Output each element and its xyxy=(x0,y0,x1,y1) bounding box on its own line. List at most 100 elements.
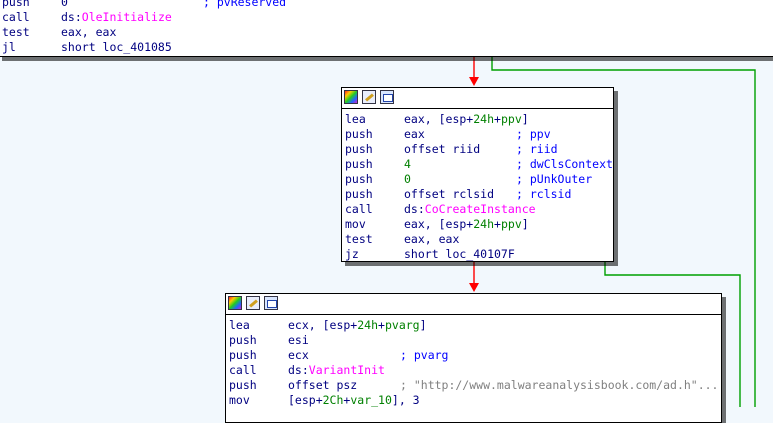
asm-operand: [esp+2Ch+var_10], 3 xyxy=(288,393,420,408)
asm-line[interactable]: push 4 ; dwClsContext xyxy=(345,157,616,172)
rename-icon[interactable] xyxy=(362,90,376,104)
asm-line[interactable]: mov eax, [esp+24h+ppv] xyxy=(345,217,616,232)
asm-operand: offset riid xyxy=(404,142,480,157)
block-toolbar xyxy=(342,88,613,109)
asm-mnemonic: test xyxy=(2,25,30,39)
asm-line[interactable]: test eax, eax xyxy=(345,232,616,247)
asm-comment: ; riid xyxy=(516,142,558,156)
asm-mnemonic: push xyxy=(229,378,257,392)
asm-operand: ecx, [esp+24h+pvarg] xyxy=(288,318,427,333)
operand-token: ppv xyxy=(500,217,522,231)
asm-mnemonic: push xyxy=(345,127,373,141)
operand-token: ds: xyxy=(61,10,82,24)
asm-line[interactable]: call ds:CoCreateInstance xyxy=(345,202,616,217)
asm-comment: ; pvarg xyxy=(400,348,449,362)
operand-token: esi xyxy=(288,333,309,347)
asm-comment: ; "http://www.malwareanalysisbook.com/ad… xyxy=(400,378,719,392)
asm-comment: ; dwClsContext xyxy=(516,157,613,171)
operand-token: 0 xyxy=(404,172,411,186)
asm-mnemonic: push xyxy=(2,0,30,9)
asm-line[interactable]: push offset riid ; riid xyxy=(345,142,616,157)
operand-token: ] xyxy=(521,217,529,231)
code-block-mid[interactable]: lea eax, [esp+24h+ppv] push eax; ppv push off… xyxy=(341,87,614,262)
asm-operand: eax, eax xyxy=(404,232,459,247)
asm-line[interactable]: call ds:VariantInit xyxy=(229,363,724,378)
asm-line[interactable]: push offset rclsid ; rclsid xyxy=(345,187,616,202)
asm-line[interactable]: push esi xyxy=(229,333,724,348)
code-lines: lea eax, [esp+24h+ppv] push eax; ppv push off… xyxy=(342,109,613,262)
asm-mnemonic: push xyxy=(229,348,257,362)
code-block-top[interactable]: push 0 ; pvReserved call ds:OleInitialize tes… xyxy=(0,0,773,57)
graph-overview-icon[interactable] xyxy=(264,296,278,310)
arrow-head xyxy=(469,77,479,86)
asm-line[interactable]: lea eax, [esp+24h+ppv] xyxy=(345,112,616,127)
asm-mnemonic: push xyxy=(345,142,373,156)
operand-token: 2Ch xyxy=(322,393,344,407)
operand-token: offset psz xyxy=(288,378,358,392)
operand-token: short loc_40107F xyxy=(404,247,515,261)
asm-operand: eax xyxy=(404,127,425,142)
asm-operand: short loc_401085 xyxy=(61,40,172,55)
code-lines: lea ecx, [esp+24h+pvarg] push esi push ecx ; p… xyxy=(226,315,721,408)
operand-token: ds: xyxy=(288,363,309,377)
asm-operand: ds:VariantInit xyxy=(288,363,385,378)
asm-comment: ; ppv xyxy=(516,127,551,141)
operand-token: ds: xyxy=(404,202,425,216)
asm-line[interactable]: call ds:OleInitialize xyxy=(2,10,773,25)
asm-mnemonic: test xyxy=(345,232,373,246)
operand-token: 24h xyxy=(473,217,495,231)
palette-icon[interactable] xyxy=(344,90,358,104)
operand-token: ecx, [esp+ xyxy=(288,318,358,332)
operand-token: short loc_401085 xyxy=(61,40,172,54)
asm-line[interactable]: push ecx ; pvarg xyxy=(229,348,724,363)
asm-mnemonic: call xyxy=(345,202,373,216)
asm-mnemonic: push xyxy=(229,333,257,347)
asm-line[interactable]: mov [esp+2Ch+var_10], 3 xyxy=(229,393,724,408)
asm-line[interactable]: test eax, eax xyxy=(2,25,773,40)
asm-line[interactable]: lea ecx, [esp+24h+pvarg] xyxy=(229,318,724,333)
operand-token[interactable]: OleInitialize xyxy=(82,10,172,24)
operand-token: ppv xyxy=(500,112,522,126)
asm-operand: eax, [esp+24h+ppv] xyxy=(404,112,529,127)
asm-mnemonic: lea xyxy=(345,112,366,126)
asm-operand: esi xyxy=(288,333,309,348)
operand-token: pvarg xyxy=(384,318,420,332)
asm-line[interactable]: push offset psz ; "http://www.malwareanaly… xyxy=(229,378,724,393)
operand-token: 24h xyxy=(473,112,495,126)
asm-mnemonic: call xyxy=(229,363,257,377)
asm-operand: ds:CoCreateInstance xyxy=(404,202,536,217)
asm-operand: offset psz xyxy=(288,378,357,393)
operand-token: ] xyxy=(521,112,529,126)
operand-token: 24h xyxy=(357,318,379,332)
asm-line[interactable]: jz short loc_40107F xyxy=(345,247,616,262)
block-toolbar xyxy=(226,294,721,315)
asm-line[interactable]: jl short loc_401085 xyxy=(2,40,773,55)
asm-comment: ; pvReserved xyxy=(203,0,287,9)
asm-operand: eax, [esp+24h+ppv] xyxy=(404,217,529,232)
operand-token: eax, eax xyxy=(61,25,117,39)
operand-token: ecx xyxy=(288,348,309,362)
operand-token: [esp+ xyxy=(288,393,323,407)
asm-operand: 4 xyxy=(404,157,411,172)
rename-icon[interactable] xyxy=(246,296,260,310)
operand-token[interactable]: CoCreateInstance xyxy=(425,202,536,216)
palette-icon[interactable] xyxy=(228,296,242,310)
asm-mnemonic: mov xyxy=(345,217,366,231)
operand-token: ], 3 xyxy=(391,393,420,407)
asm-line[interactable]: push 0 ; pvReserved xyxy=(2,0,773,10)
asm-operand: 0 xyxy=(61,0,68,10)
graph-overview-icon[interactable] xyxy=(380,90,394,104)
code-block-bottom[interactable]: lea ecx, [esp+24h+pvarg] push esi push ecx ; p… xyxy=(225,293,722,423)
asm-mnemonic: lea xyxy=(229,318,250,332)
operand-token: var_10 xyxy=(350,393,392,407)
asm-line[interactable]: push 0 ; pUnkOuter xyxy=(345,172,616,187)
asm-line[interactable]: push eax ; ppv xyxy=(345,127,616,142)
code-lines: push 0 ; pvReserved call ds:OleInitialize tes… xyxy=(0,0,773,55)
asm-operand: offset rclsid xyxy=(404,187,494,202)
operand-token: 0 xyxy=(61,0,68,9)
operand-token: eax, eax xyxy=(404,232,460,246)
operand-token[interactable]: VariantInit xyxy=(309,363,385,377)
operand-token: offset rclsid xyxy=(404,187,495,201)
operand-token: eax, [esp+ xyxy=(404,112,474,126)
operand-token: + xyxy=(378,318,385,332)
